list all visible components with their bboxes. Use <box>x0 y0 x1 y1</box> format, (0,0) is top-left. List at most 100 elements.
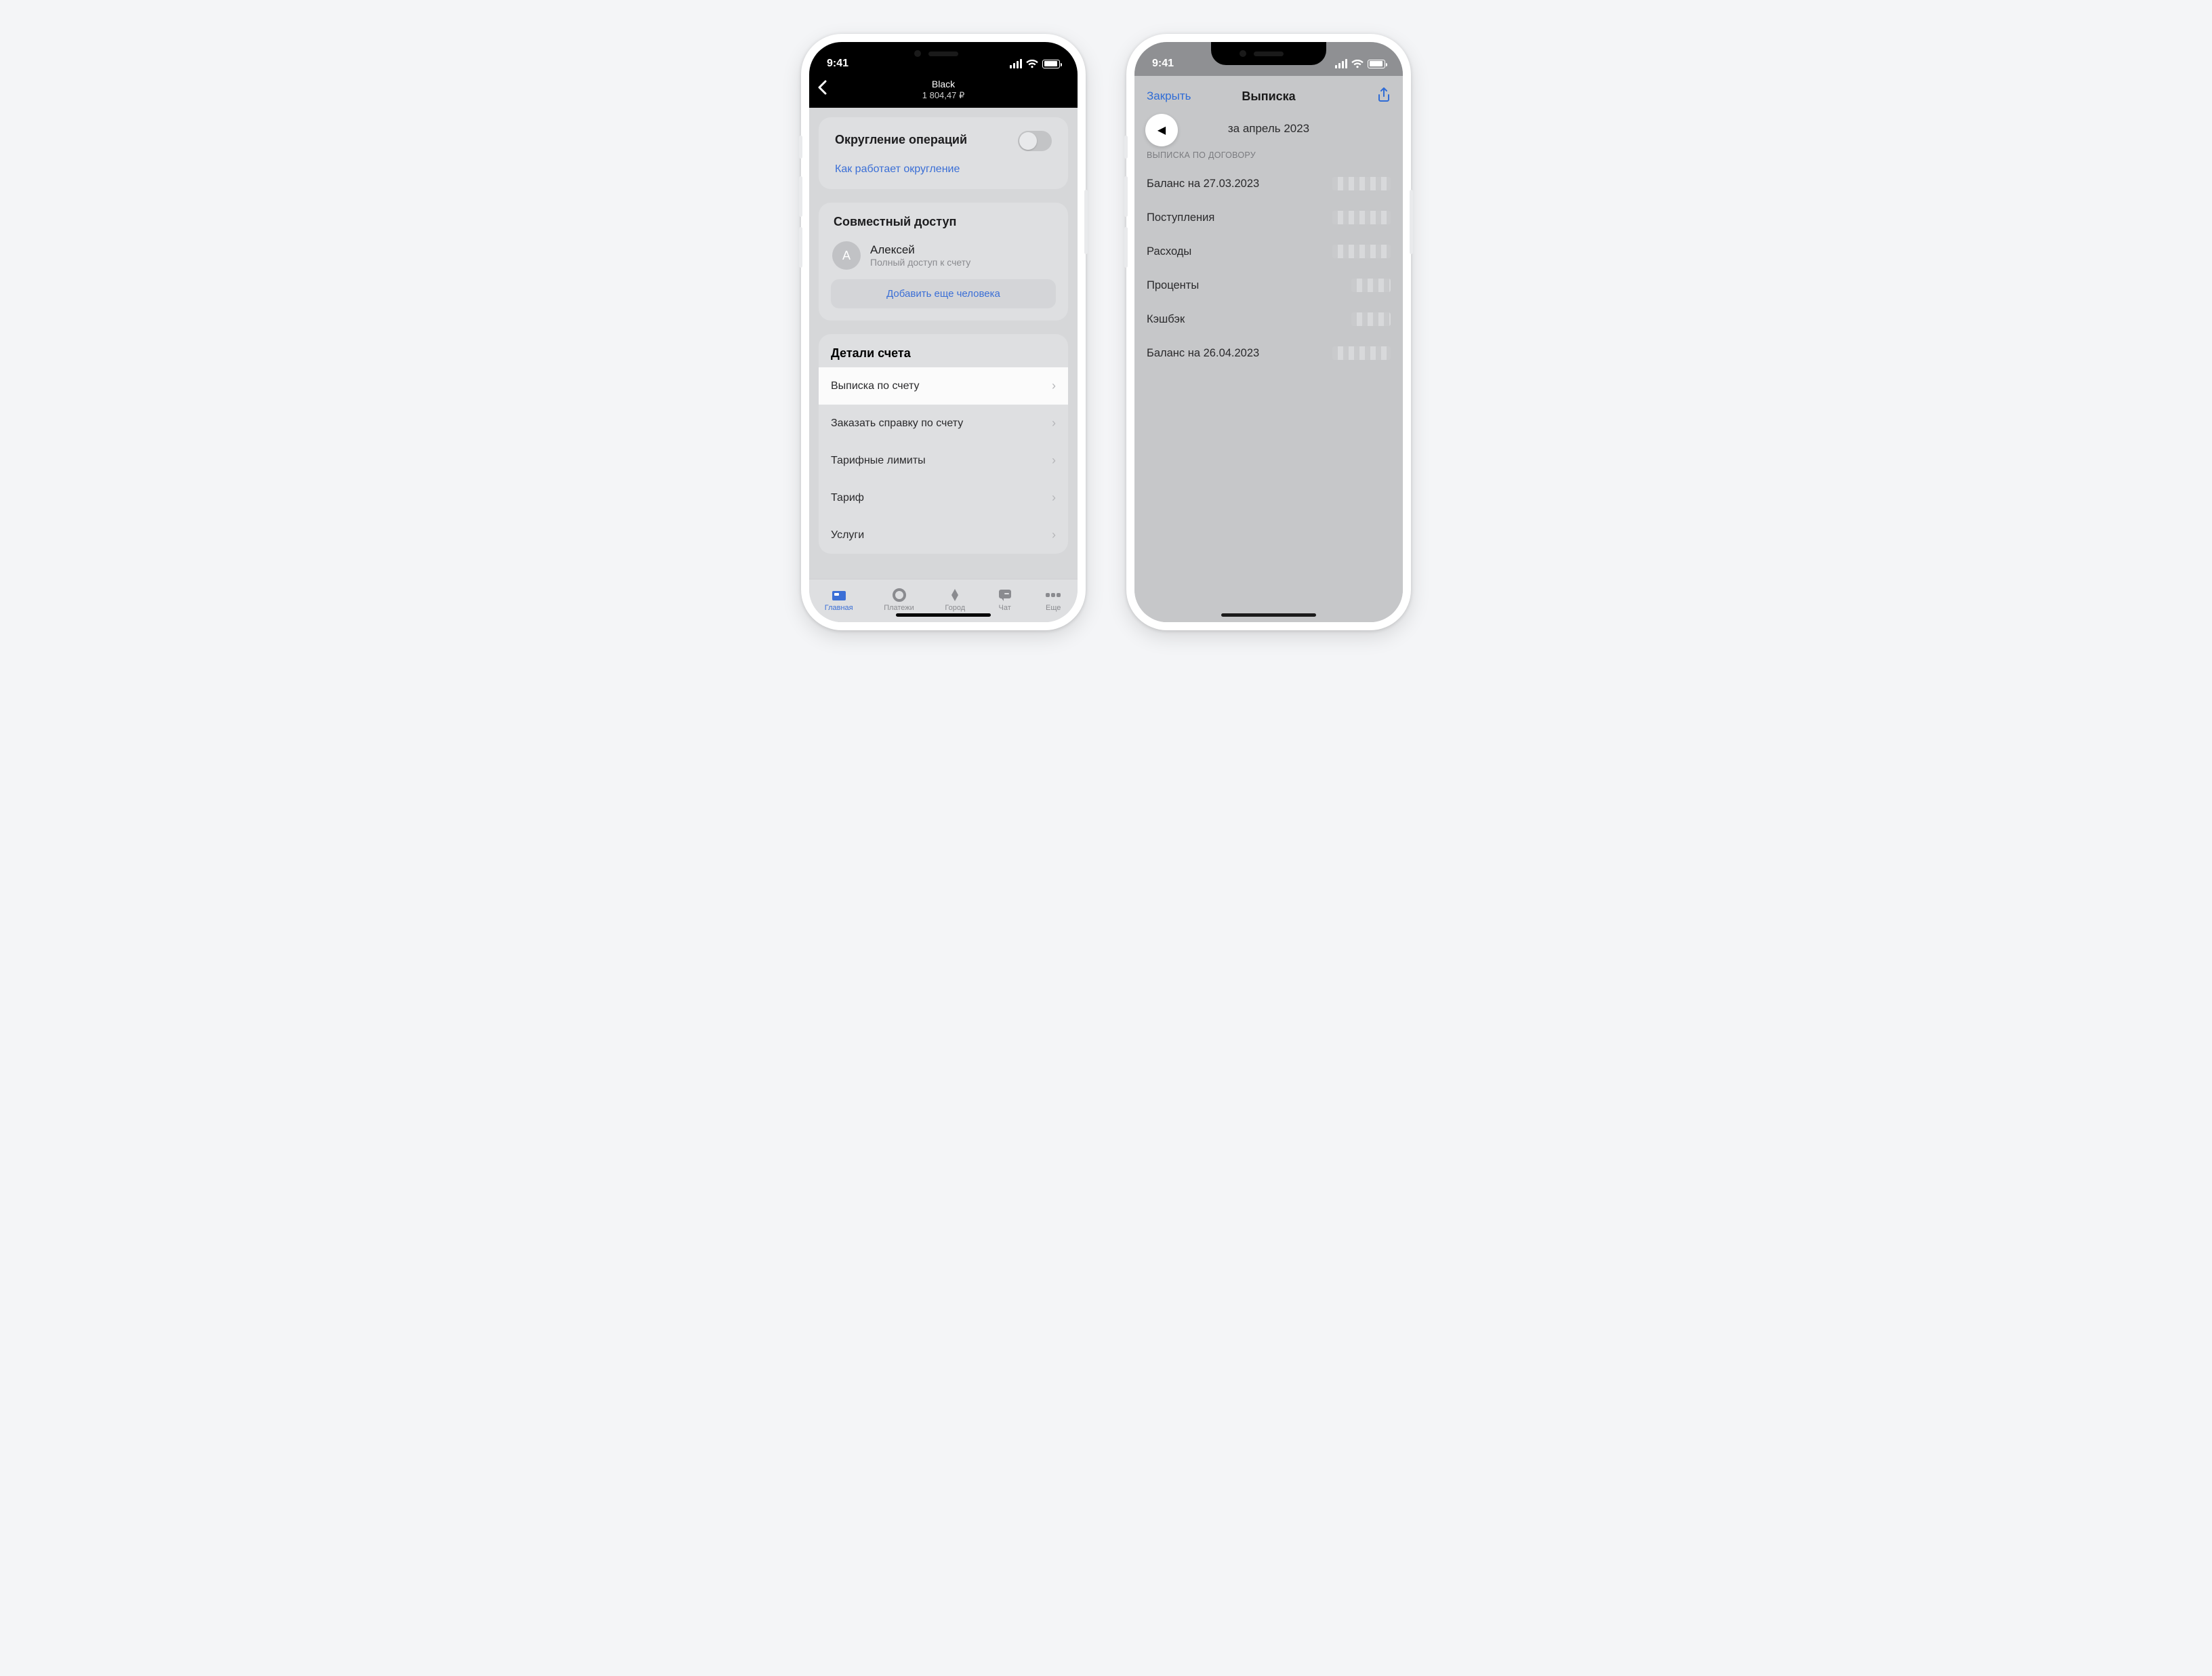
status-time: 9:41 <box>1152 58 1174 70</box>
row-label: Поступления <box>1147 211 1214 224</box>
tab-label: Главная <box>825 604 853 612</box>
tab-city[interactable]: Город <box>945 588 965 612</box>
user-role: Полный доступ к счету <box>870 257 970 268</box>
content: Округление операций Как работает округле… <box>809 108 1078 579</box>
rounding-title: Округление операций <box>835 133 967 147</box>
back-button[interactable] <box>817 77 827 100</box>
side-button <box>1124 176 1128 217</box>
chevron-right-icon: › <box>1052 528 1056 542</box>
home-indicator[interactable] <box>1221 613 1316 617</box>
blurred-value <box>1332 211 1391 224</box>
chevron-right-icon: › <box>1052 379 1056 393</box>
phone-right: 9:41 Закрыть Выписка ◀ за апрель 2023 Вы… <box>1126 34 1411 630</box>
side-button <box>1124 136 1128 159</box>
row-interest: Проценты <box>1134 268 1403 302</box>
details-item-tariff[interactable]: Тариф › <box>819 479 1068 516</box>
battery-icon <box>1368 60 1385 68</box>
wifi-icon <box>1351 60 1364 68</box>
row-balance-start: Баланс на 27.03.2023 <box>1134 167 1403 201</box>
tab-chat[interactable]: Чат <box>996 588 1014 612</box>
battery-icon <box>1042 60 1060 68</box>
city-icon <box>946 588 964 602</box>
more-icon <box>1044 588 1062 602</box>
section-label: Выписка по договору <box>1134 150 1403 167</box>
blurred-value <box>1332 346 1391 360</box>
blurred-value <box>1332 245 1391 258</box>
row-label: Баланс на 27.03.2023 <box>1147 178 1259 190</box>
details-item-certificate[interactable]: Заказать справку по счету › <box>819 405 1068 442</box>
status-time: 9:41 <box>827 58 848 70</box>
phone-left: 9:41 Black 1 804,47 ₽ Округление операци… <box>801 34 1086 630</box>
row-label: Расходы <box>1147 245 1191 258</box>
payments-icon <box>890 588 908 602</box>
tab-payments[interactable]: Платежи <box>884 588 914 612</box>
row-income: Поступления <box>1134 201 1403 234</box>
rounding-toggle[interactable] <box>1018 131 1052 151</box>
period-label: за апрель 2023 <box>1228 122 1309 135</box>
close-button[interactable]: Закрыть <box>1147 89 1191 103</box>
blurred-value <box>1351 279 1391 292</box>
sheet-nav: Закрыть Выписка <box>1134 80 1403 113</box>
details-item-statement[interactable]: Выписка по счету › <box>819 367 1068 405</box>
screen-right: 9:41 Закрыть Выписка ◀ за апрель 2023 Вы… <box>1134 42 1403 622</box>
sheet: Закрыть Выписка ◀ за апрель 2023 Выписка… <box>1134 80 1403 622</box>
side-button <box>799 176 802 217</box>
side-button <box>799 136 802 159</box>
item-label: Услуги <box>831 529 864 541</box>
row-balance-end: Баланс на 26.04.2023 <box>1134 336 1403 370</box>
header-bar: Black 1 804,47 ₽ <box>809 76 1078 108</box>
statement-rows: Баланс на 27.03.2023 Поступления Расходы… <box>1134 167 1403 622</box>
avatar: А <box>832 241 861 270</box>
period-selector: ◀ за апрель 2023 <box>1134 113 1403 150</box>
rounding-card: Округление операций Как работает округле… <box>819 117 1068 189</box>
notch <box>886 42 1001 65</box>
shared-title: Совместный доступ <box>831 215 1056 234</box>
prev-period-button[interactable]: ◀ <box>1145 114 1178 146</box>
screen-left: 9:41 Black 1 804,47 ₽ Округление операци… <box>809 42 1078 622</box>
status-icons <box>1010 59 1060 68</box>
user-name: Алексей <box>870 243 970 257</box>
wifi-icon <box>1026 60 1038 68</box>
side-button <box>799 227 802 268</box>
rounding-help-link[interactable]: Как работает округление <box>831 161 1056 177</box>
header-title: Black <box>819 79 1068 89</box>
details-item-limits[interactable]: Тарифные лимиты › <box>819 442 1068 479</box>
tab-label: Платежи <box>884 604 914 612</box>
shared-access-card: Совместный доступ А Алексей Полный досту… <box>819 203 1068 321</box>
row-label: Кэшбэк <box>1147 313 1185 326</box>
side-button <box>1084 190 1088 254</box>
chevron-right-icon: › <box>1052 416 1056 430</box>
side-button <box>1410 190 1413 254</box>
row-cashback: Кэшбэк <box>1134 302 1403 336</box>
chevron-right-icon: › <box>1052 453 1056 468</box>
status-icons <box>1335 59 1385 68</box>
home-indicator[interactable] <box>896 613 991 617</box>
item-label: Выписка по счету <box>831 380 920 392</box>
row-expenses: Расходы <box>1134 234 1403 268</box>
item-label: Заказать справку по счету <box>831 417 963 430</box>
row-label: Проценты <box>1147 279 1199 292</box>
side-button <box>1124 227 1128 268</box>
share-button[interactable] <box>1377 87 1391 106</box>
home-icon <box>830 588 848 602</box>
blurred-value <box>1332 177 1391 190</box>
row-label: Баланс на 26.04.2023 <box>1147 347 1259 360</box>
details-title: Детали счета <box>819 334 1068 367</box>
tab-label: Чат <box>999 604 1011 612</box>
header-balance: 1 804,47 ₽ <box>819 90 1068 101</box>
item-label: Тарифные лимиты <box>831 455 926 467</box>
notch <box>1211 42 1326 65</box>
tab-home[interactable]: Главная <box>825 588 853 612</box>
item-label: Тариф <box>831 492 864 504</box>
tab-more[interactable]: Еще <box>1044 588 1062 612</box>
shared-user[interactable]: А Алексей Полный доступ к счету <box>831 237 1056 279</box>
add-person-button[interactable]: Добавить еще человека <box>831 279 1056 308</box>
details-list: Детали счета Выписка по счету › Заказать… <box>819 334 1068 554</box>
chat-icon <box>996 588 1014 602</box>
chevron-right-icon: › <box>1052 491 1056 505</box>
signal-icon <box>1335 59 1347 68</box>
details-item-services[interactable]: Услуги › <box>819 516 1068 554</box>
tab-label: Еще <box>1046 604 1061 612</box>
signal-icon <box>1010 59 1022 68</box>
tab-label: Город <box>945 604 965 612</box>
